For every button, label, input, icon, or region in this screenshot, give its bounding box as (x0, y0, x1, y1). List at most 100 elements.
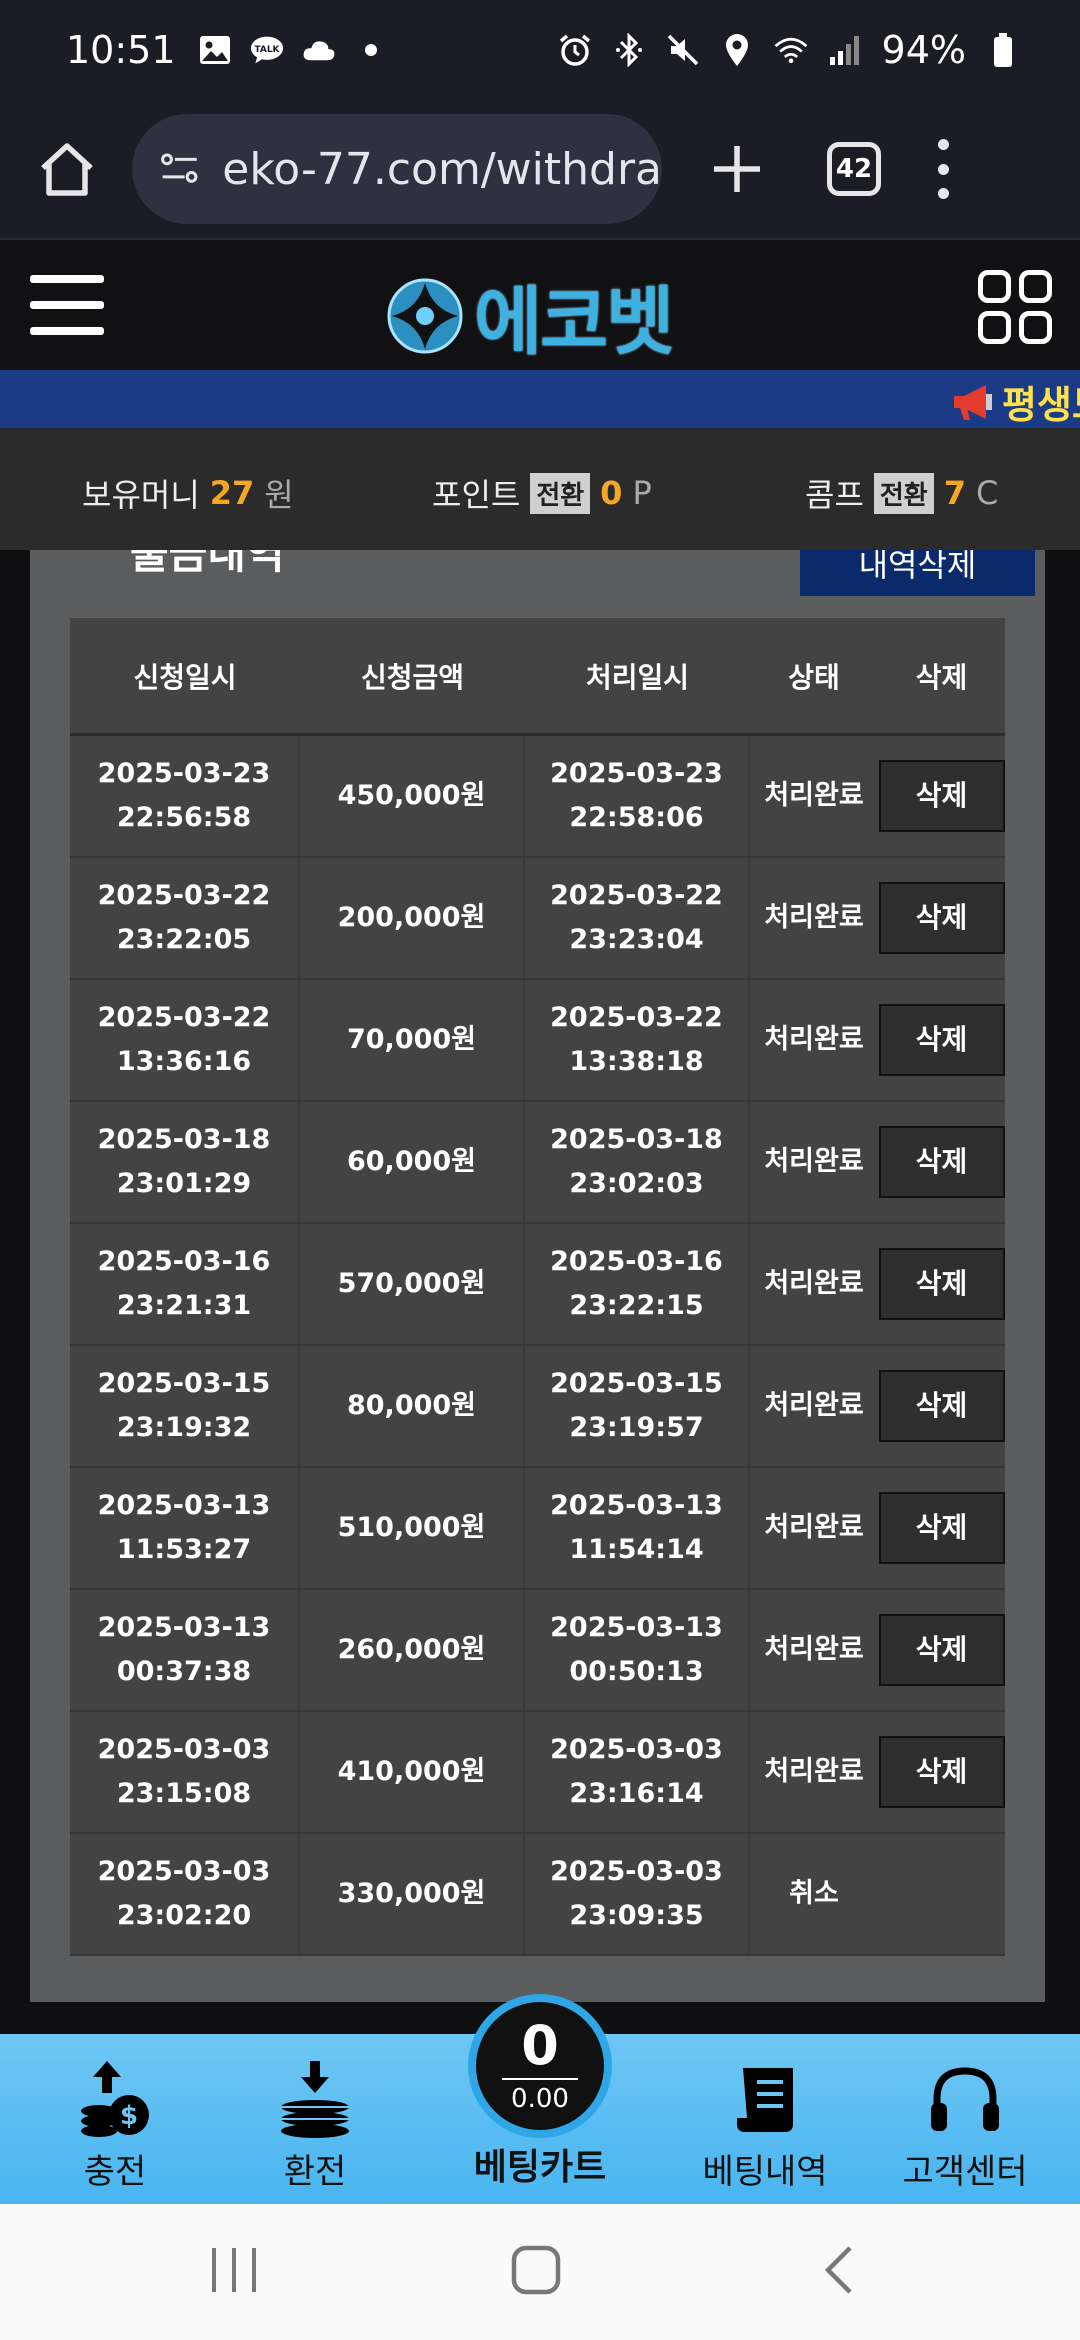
status-cell: 처리완료 (764, 780, 864, 811)
request-date: 2025-03-15 (97, 1368, 271, 1399)
nav-support[interactable]: 고객센터 (865, 2034, 1065, 2204)
delete-row-button[interactable]: 삭제 (878, 1370, 1005, 1442)
page-title: 출금내역 (130, 550, 285, 578)
withdraw-coins-icon (281, 2061, 349, 2138)
delete-all-history-button[interactable]: 내역삭제 (800, 550, 1035, 596)
balance-bar: 보유머니 27 원 포인트 전환 0 P 콤프 전환 7 C (0, 428, 1080, 550)
logo-emblem-icon (387, 278, 463, 353)
delete-row-button[interactable]: 삭제 (878, 1614, 1005, 1686)
delete-row-button[interactable]: 삭제 (878, 1248, 1005, 1320)
request-datetime: 2025-03-22 23:22:05 (70, 858, 300, 978)
megaphone-icon (954, 384, 992, 420)
process-time: 23:02:03 (569, 1168, 704, 1199)
wifi-icon (774, 33, 808, 67)
status-bar: 10:51 TALK 94% (0, 0, 1080, 100)
process-time: 23:09:35 (569, 1900, 704, 1931)
money-label: 보유머니 (82, 476, 200, 514)
process-time: 00:50:13 (569, 1656, 704, 1687)
request-date: 2025-03-22 (97, 880, 271, 911)
site-logo[interactable]: 에코벳 (386, 262, 674, 369)
request-amount: 80,000원 (300, 1346, 525, 1466)
table-row: 2025-03-22 23:22:05 200,000원 2025-03-22 23:2… (70, 858, 1005, 980)
home-button[interactable] (32, 134, 102, 204)
request-date: 2025-03-13 (97, 1490, 271, 1521)
process-time: 22:58:06 (569, 802, 704, 833)
process-datetime: 2025-03-22 13:38:18 (525, 980, 750, 1100)
process-datetime: 2025-03-15 23:19:57 (525, 1346, 750, 1466)
new-tab-button[interactable] (707, 139, 767, 199)
back-icon (824, 2246, 852, 2294)
browser-menu-button[interactable] (933, 139, 953, 199)
request-datetime: 2025-03-03 23:02:20 (70, 1834, 300, 1954)
delete-row-button[interactable]: 삭제 (878, 882, 1005, 954)
process-datetime: 2025-03-23 22:58:06 (525, 736, 750, 856)
status-cell: 처리완료 (764, 1634, 864, 1665)
nav-bet-history-label: 베팅내역 (702, 2152, 828, 2192)
process-time: 23:23:04 (569, 924, 704, 955)
request-datetime: 2025-03-13 00:37:38 (70, 1590, 300, 1710)
table-row: 2025-03-23 22:56:58 450,000원 2025-03-23 22:5… (70, 736, 1005, 858)
bottom-nav: $ 충전 환전 0 0.00 베팅카트 베팅내역 고객센터 (0, 1994, 1080, 2204)
address-bar[interactable]: eko-77.com/withdra (132, 114, 662, 224)
point-convert-button[interactable]: 전환 (530, 472, 591, 514)
nav-deposit[interactable]: $ 충전 (15, 2034, 215, 2204)
comp-unit: C (976, 474, 999, 512)
delete-cell: 삭제 (878, 1590, 1005, 1710)
delete-row-button[interactable]: 삭제 (878, 1736, 1005, 1808)
grid-menu-button[interactable] (978, 270, 1052, 344)
nav-bet-history[interactable]: 베팅내역 (665, 2034, 865, 2204)
request-datetime: 2025-03-15 23:19:32 (70, 1346, 300, 1466)
request-time: 00:37:38 (116, 1656, 252, 1687)
process-date: 2025-03-18 (550, 1124, 723, 1155)
site-header: 에코벳 (0, 238, 1080, 370)
comp-convert-button[interactable]: 전환 (873, 472, 934, 514)
request-time: 23:21:31 (116, 1290, 252, 1321)
recent-apps-button[interactable] (210, 2244, 258, 2300)
home-icon (41, 143, 93, 196)
process-date: 2025-03-16 (550, 1246, 723, 1277)
battery-percent: 94% (881, 28, 966, 72)
request-time: 13:36:16 (116, 1046, 252, 1077)
table-header: 신청일시 신청금액 처리일시 상태 삭제 (70, 618, 1005, 736)
status-cell: 처리완료 (764, 1024, 864, 1055)
cart-amount: 0.00 (511, 2084, 569, 2114)
menu-dot (937, 188, 949, 199)
nav-withdraw[interactable]: 환전 (215, 2034, 415, 2204)
process-date: 2025-03-22 (550, 1002, 723, 1033)
bet-cart-button[interactable]: 0 0.00 (468, 1994, 612, 2138)
point-balance: 포인트 전환 0 P (432, 470, 652, 516)
request-amount: 450,000원 (300, 736, 525, 856)
delete-row-button[interactable]: 삭제 (878, 1004, 1005, 1076)
point-unit: P (632, 474, 652, 512)
battery-icon (986, 33, 1020, 67)
menu-dot (937, 139, 949, 150)
tab-switcher-button[interactable]: 42 (827, 142, 881, 196)
withdraw-history-panel: 출금내역 내역삭제 신청일시 신청금액 처리일시 상태 삭제 2025-03-2… (30, 550, 1045, 2002)
delete-row-button[interactable]: 삭제 (878, 1492, 1005, 1564)
delete-cell (878, 1834, 1005, 1954)
withdraw-history-table: 신청일시 신청금액 처리일시 상태 삭제 2025-03-23 22:56:58 4… (70, 618, 1005, 1956)
logo-text: 에코벳 (474, 279, 674, 365)
delete-row-button[interactable]: 삭제 (878, 760, 1005, 832)
request-amount: 510,000원 (300, 1468, 525, 1588)
bluetooth-icon (612, 33, 646, 67)
process-datetime: 2025-03-22 23:23:04 (525, 858, 750, 978)
cart-count: 0 (521, 2014, 559, 2077)
back-button[interactable] (820, 2244, 856, 2300)
delete-row-button[interactable]: 삭제 (878, 1126, 1005, 1198)
bet-cart-label[interactable]: 베팅카트 (440, 2138, 640, 2190)
request-datetime: 2025-03-13 11:53:27 (70, 1468, 300, 1588)
home-nav-button[interactable] (510, 2244, 562, 2300)
hamburger-menu-button[interactable] (30, 275, 104, 335)
process-time: 23:19:57 (569, 1412, 704, 1443)
process-date: 2025-03-15 (550, 1368, 723, 1399)
request-datetime: 2025-03-18 23:01:29 (70, 1102, 300, 1222)
request-date: 2025-03-16 (97, 1246, 271, 1277)
point-value: 0 (600, 474, 623, 512)
deposit-coins-icon: $ (81, 2061, 149, 2137)
delete-cell: 삭제 (878, 858, 1005, 978)
process-datetime: 2025-03-13 00:50:13 (525, 1590, 750, 1710)
comp-value: 7 (943, 474, 966, 512)
delete-cell: 삭제 (878, 736, 1005, 856)
request-date: 2025-03-23 (97, 758, 271, 789)
